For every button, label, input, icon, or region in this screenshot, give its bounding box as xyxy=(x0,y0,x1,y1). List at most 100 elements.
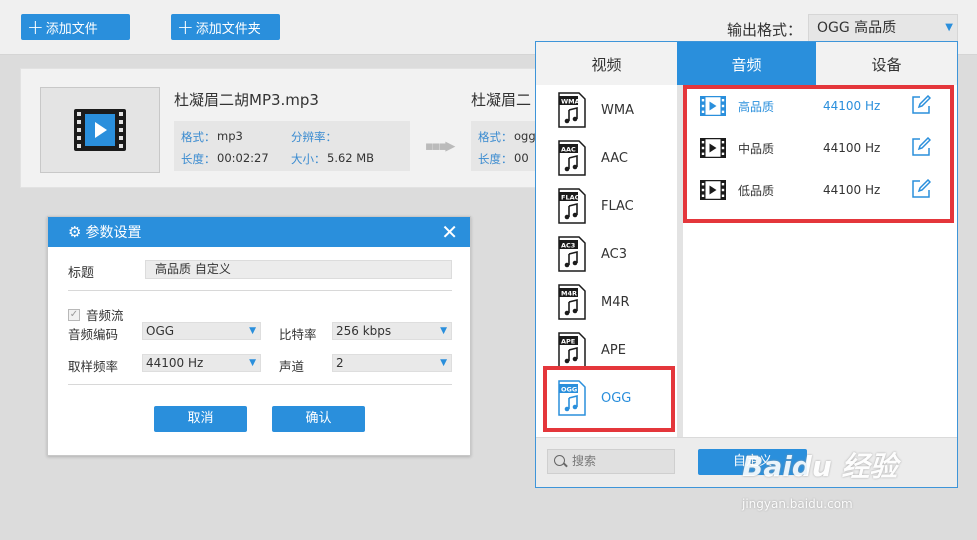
format-item-ac3[interactable]: AC3 AC3 xyxy=(558,234,668,274)
format-item-aac[interactable]: AAC AAC xyxy=(558,138,668,178)
dialog-title: 参数设置 xyxy=(85,225,142,241)
output-format-value: OGG 高品质 xyxy=(817,20,897,36)
plus-icon: + xyxy=(27,15,44,39)
dialog-body: 标题 高品质 自定义 ✓ 音频流 音频编码 OGG ▼ 比特率 256 kbps… xyxy=(48,247,470,457)
quality-hz: 44100 Hz xyxy=(823,183,881,197)
svg-text:AAC: AAC xyxy=(561,146,576,154)
format-value: mp3 xyxy=(217,129,243,143)
add-folder-label: 添加文件夹 xyxy=(195,21,261,37)
cancel-button[interactable]: 取消 xyxy=(154,406,247,432)
format-panel: 视频 音频 设备 WMA WMA AAC AAC FLAC FLAC AC3 AC3 M4R M4… xyxy=(535,41,958,488)
audio-file-icon: M4R xyxy=(558,284,586,320)
format-name: APE xyxy=(601,342,626,358)
audio-codec-label: 音频编码 xyxy=(68,327,119,342)
output-file-name: 杜凝眉二 xyxy=(471,91,532,109)
dropdown-arrow-icon: ▼ xyxy=(249,358,256,368)
close-icon[interactable]: ✕ xyxy=(441,220,458,244)
format-name: AAC xyxy=(601,150,628,166)
audio-file-icon: WMA xyxy=(558,92,586,128)
quality-list: 高品质 44100 Hz 中品质 44100 Hz 低品质 44100 Hz xyxy=(683,85,957,437)
audio-codec-select[interactable]: OGG ▼ xyxy=(142,322,261,340)
quality-name: 低品质 xyxy=(738,183,775,198)
format-item-m4r[interactable]: M4R M4R xyxy=(558,282,668,322)
format-name: OGG xyxy=(601,390,632,406)
format-name: WMA xyxy=(601,102,634,118)
tab-video[interactable]: 视频 xyxy=(536,42,677,85)
search-icon xyxy=(554,455,565,466)
channel-select[interactable]: 2 ▼ xyxy=(332,354,452,372)
confirm-button[interactable]: 确认 xyxy=(272,406,365,432)
format-item-flac[interactable]: FLAC FLAC xyxy=(558,186,668,226)
dropdown-arrow-icon: ▼ xyxy=(440,326,447,336)
format-name: AC3 xyxy=(601,246,628,262)
tab-audio[interactable]: 音频 xyxy=(677,42,816,85)
audio-stream-label: 音频流 xyxy=(86,308,124,323)
duration-label: 长度： xyxy=(181,152,216,166)
title-label: 标题 xyxy=(68,266,95,281)
video-thumbnail xyxy=(40,87,160,173)
bitrate-label: 比特率 xyxy=(279,327,317,342)
source-info: 格式： mp3 分辨率： 长度： 00:02:27 大小： 5.62 MB xyxy=(174,121,410,171)
quality-row[interactable]: 中品质 44100 Hz xyxy=(698,133,948,163)
audio-file-icon: OGG xyxy=(558,380,586,416)
audio-file-icon: AC3 xyxy=(558,236,586,272)
file-item[interactable]: 杜凝眉二胡MP3.mp3 格式： mp3 分辨率： 长度： 00:02:27 大… xyxy=(20,68,561,188)
checkbox-icon: ✓ xyxy=(68,308,80,321)
file-name: 杜凝眉二胡MP3.mp3 xyxy=(174,91,319,109)
quality-row[interactable]: 低品质 44100 Hz xyxy=(698,175,948,205)
svg-text:WMA: WMA xyxy=(561,98,580,106)
dialog-titlebar: ⚙ 参数设置 ✕ xyxy=(48,217,470,247)
search-placeholder: 搜索 xyxy=(572,454,597,468)
parameter-dialog: ⚙ 参数设置 ✕ 标题 高品质 自定义 ✓ 音频流 音频编码 OGG ▼ 比特率… xyxy=(47,216,471,456)
svg-text:APE: APE xyxy=(561,338,575,346)
title-value: 高品质 自定义 xyxy=(155,262,231,276)
plus-icon: + xyxy=(177,15,194,39)
video-clip-icon xyxy=(699,179,727,203)
size-label: 大小： xyxy=(291,152,326,166)
audio-file-icon: FLAC xyxy=(558,188,586,224)
audio-codec-value: OGG xyxy=(146,324,175,338)
svg-text:FLAC: FLAC xyxy=(561,194,580,202)
output-duration-val: 00 xyxy=(514,151,529,165)
add-folder-button[interactable]: + 添加文件夹 xyxy=(171,14,280,40)
title-input[interactable]: 高品质 自定义 xyxy=(145,260,452,279)
svg-text:AC3: AC3 xyxy=(561,242,575,250)
divider xyxy=(68,384,452,385)
audio-stream-checkbox[interactable]: ✓ 音频流 xyxy=(68,305,124,324)
output-duration-key: 长度： xyxy=(478,152,513,166)
watermark-url: jingyan.baidu.com xyxy=(742,497,853,511)
bitrate-select[interactable]: 256 kbps ▼ xyxy=(332,322,452,340)
search-input[interactable]: 搜索 xyxy=(547,449,675,474)
format-item-ape[interactable]: APE APE xyxy=(558,330,668,370)
dropdown-arrow-icon: ▼ xyxy=(945,22,953,33)
format-item-wma[interactable]: WMA WMA xyxy=(558,90,668,130)
video-clip-icon xyxy=(699,95,727,119)
add-file-button[interactable]: + 添加文件 xyxy=(21,14,130,40)
output-format-select[interactable]: OGG 高品质 ▼ xyxy=(808,14,958,42)
svg-text:OGG: OGG xyxy=(561,386,577,394)
dropdown-arrow-icon: ▼ xyxy=(249,326,256,336)
format-item-ogg[interactable]: OGG OGG xyxy=(558,378,668,418)
sample-rate-select[interactable]: 44100 Hz ▼ xyxy=(142,354,261,372)
output-format-key: 格式： xyxy=(478,130,513,144)
bitrate-value: 256 kbps xyxy=(336,324,392,338)
output-format-val: ogg xyxy=(514,129,536,143)
format-name: FLAC xyxy=(601,198,634,214)
quality-row[interactable]: 高品质 44100 Hz xyxy=(698,91,948,121)
watermark: Baidu 经验 jingyan.baidu.com xyxy=(742,445,898,511)
edit-icon[interactable] xyxy=(911,94,932,118)
edit-icon[interactable] xyxy=(911,178,932,202)
video-file-icon xyxy=(74,109,126,151)
tab-device[interactable]: 设备 xyxy=(816,42,957,85)
format-name: M4R xyxy=(601,294,630,310)
channel-label: 声道 xyxy=(279,359,305,374)
edit-icon[interactable] xyxy=(911,136,932,160)
video-clip-icon xyxy=(699,137,727,161)
add-file-label: 添加文件 xyxy=(45,21,98,37)
format-list: WMA WMA AAC AAC FLAC FLAC AC3 AC3 M4R M4R APE APE OG… xyxy=(536,85,677,437)
format-tabs: 视频 音频 设备 xyxy=(536,42,957,85)
sample-rate-value: 44100 Hz xyxy=(146,356,204,370)
duration-value: 00:02:27 xyxy=(217,151,269,165)
quality-hz: 44100 Hz xyxy=(823,141,881,155)
format-label: 格式： xyxy=(181,130,216,144)
